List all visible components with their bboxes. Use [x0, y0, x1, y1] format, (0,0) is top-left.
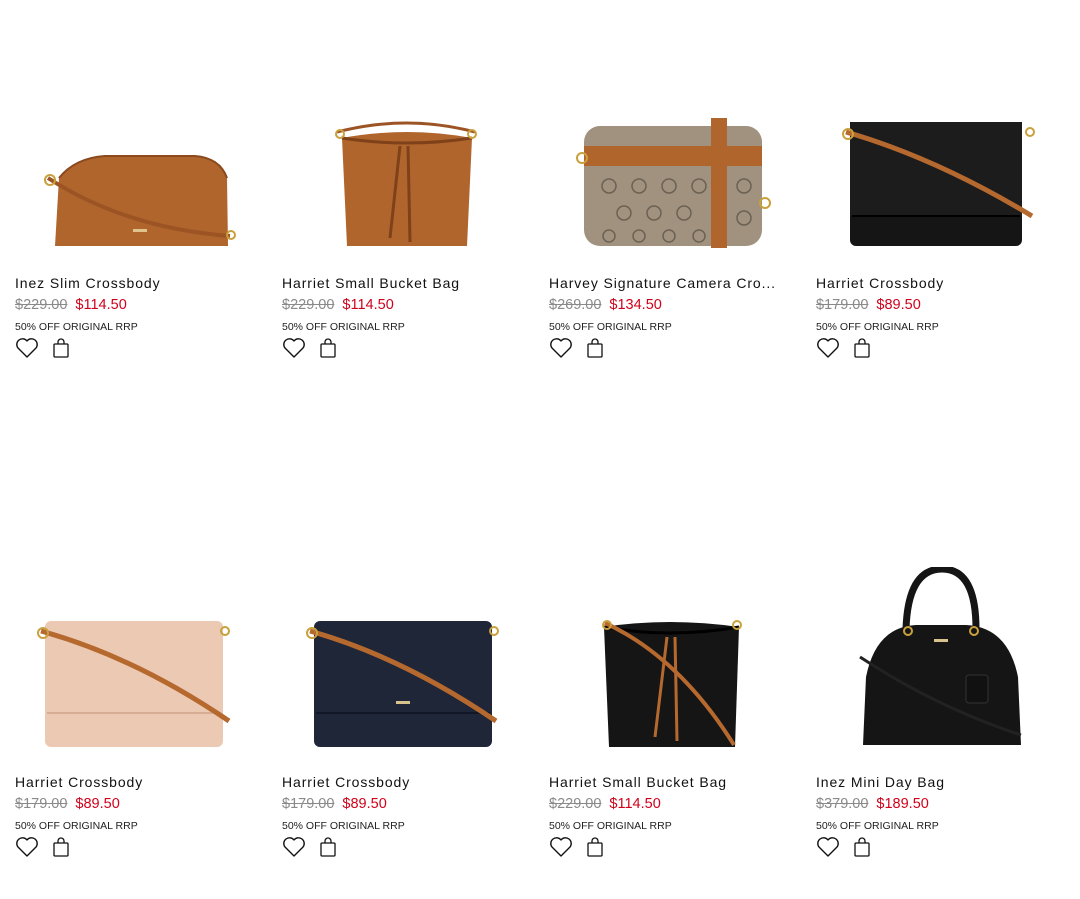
product-grid: Inez Slim Crossbody $229.00 $114.50 50% O… [0, 0, 1080, 891]
product-card[interactable]: Harriet Crossbody $179.00 $89.50 50% OFF … [15, 499, 265, 899]
product-image-tan-crossbody[interactable] [15, 118, 265, 248]
product-title[interactable]: Inez Slim Crossbody [15, 275, 265, 291]
product-card[interactable]: Inez Mini Day Bag $379.00 $189.50 50% OFF… [816, 499, 1066, 899]
sale-price: $114.50 [342, 297, 394, 313]
product-card[interactable]: Harriet Crossbody $179.00 $89.50 50% OFF … [282, 499, 532, 899]
product-title[interactable]: Inez Mini Day Bag [816, 774, 1066, 790]
product-actions [549, 836, 613, 858]
heart-icon[interactable] [15, 337, 39, 359]
shopping-bag-icon[interactable] [316, 337, 340, 359]
discount-note: 50% OFF ORIGINAL RRP [15, 321, 138, 333]
product-actions [816, 836, 880, 858]
product-image-black-crossbody[interactable] [816, 118, 1066, 248]
heart-icon[interactable] [549, 337, 573, 359]
original-price: $179.00 [282, 796, 335, 812]
product-card[interactable]: Harriet Crossbody $179.00 $89.50 50% OFF … [816, 0, 1066, 400]
shopping-bag-icon[interactable] [850, 836, 874, 858]
price: $379.00 $189.50 [816, 796, 929, 812]
shopping-bag-icon[interactable] [316, 836, 340, 858]
product-actions [15, 337, 79, 359]
shopping-bag-icon[interactable] [583, 836, 607, 858]
original-price: $179.00 [15, 796, 68, 812]
product-image-black-bucket[interactable] [549, 617, 799, 747]
product-card[interactable]: Inez Slim Crossbody $229.00 $114.50 50% O… [15, 0, 265, 400]
sale-price: $89.50 [342, 796, 387, 812]
product-image-black-day-bag[interactable] [816, 567, 1066, 747]
original-price: $269.00 [549, 297, 602, 313]
shopping-bag-icon[interactable] [49, 836, 73, 858]
price: $179.00 $89.50 [816, 297, 921, 313]
shopping-bag-icon[interactable] [850, 337, 874, 359]
shopping-bag-icon[interactable] [583, 337, 607, 359]
product-title[interactable]: Harriet Crossbody [282, 774, 532, 790]
product-title[interactable]: Harriet Crossbody [816, 275, 1066, 291]
discount-note: 50% OFF ORIGINAL RRP [816, 321, 939, 333]
product-actions [282, 836, 346, 858]
discount-note: 50% OFF ORIGINAL RRP [282, 820, 405, 832]
original-price: $229.00 [282, 297, 335, 313]
sale-price: $114.50 [609, 796, 661, 812]
product-actions [549, 337, 613, 359]
heart-icon[interactable] [816, 836, 840, 858]
sale-price: $89.50 [876, 297, 921, 313]
sale-price: $114.50 [75, 297, 127, 313]
discount-note: 50% OFF ORIGINAL RRP [549, 820, 672, 832]
discount-note: 50% OFF ORIGINAL RRP [549, 321, 672, 333]
product-title[interactable]: Harriet Crossbody [15, 774, 265, 790]
discount-note: 50% OFF ORIGINAL RRP [816, 820, 939, 832]
discount-note: 50% OFF ORIGINAL RRP [282, 321, 405, 333]
price: $229.00 $114.50 [282, 297, 394, 313]
product-actions [816, 337, 880, 359]
heart-icon[interactable] [282, 337, 306, 359]
product-image-navy-crossbody[interactable] [282, 617, 532, 747]
product-image-monogram-camera[interactable] [549, 118, 799, 248]
product-card[interactable]: Harvey Signature Camera Cro... $269.00 $1… [549, 0, 799, 400]
sale-price: $89.50 [75, 796, 120, 812]
product-title[interactable]: Harriet Small Bucket Bag [549, 774, 799, 790]
heart-icon[interactable] [282, 836, 306, 858]
price: $229.00 $114.50 [15, 297, 127, 313]
product-image-tan-bucket[interactable] [282, 118, 532, 248]
heart-icon[interactable] [549, 836, 573, 858]
original-price: $179.00 [816, 297, 869, 313]
heart-icon[interactable] [816, 337, 840, 359]
product-actions [282, 337, 346, 359]
sale-price: $134.50 [609, 297, 662, 313]
product-title[interactable]: Harvey Signature Camera Cro... [549, 275, 799, 291]
shopping-bag-icon[interactable] [49, 337, 73, 359]
heart-icon[interactable] [15, 836, 39, 858]
original-price: $229.00 [15, 297, 68, 313]
sale-price: $189.50 [876, 796, 929, 812]
price: $269.00 $134.50 [549, 297, 662, 313]
price: $179.00 $89.50 [282, 796, 387, 812]
discount-note: 50% OFF ORIGINAL RRP [15, 820, 138, 832]
price: $229.00 $114.50 [549, 796, 661, 812]
product-card[interactable]: Harriet Small Bucket Bag $229.00 $114.50 … [282, 0, 532, 400]
price: $179.00 $89.50 [15, 796, 120, 812]
product-image-blush-crossbody[interactable] [15, 617, 265, 747]
original-price: $379.00 [816, 796, 869, 812]
product-actions [15, 836, 79, 858]
original-price: $229.00 [549, 796, 602, 812]
product-card[interactable]: Harriet Small Bucket Bag $229.00 $114.50 … [549, 499, 799, 899]
product-title[interactable]: Harriet Small Bucket Bag [282, 275, 532, 291]
